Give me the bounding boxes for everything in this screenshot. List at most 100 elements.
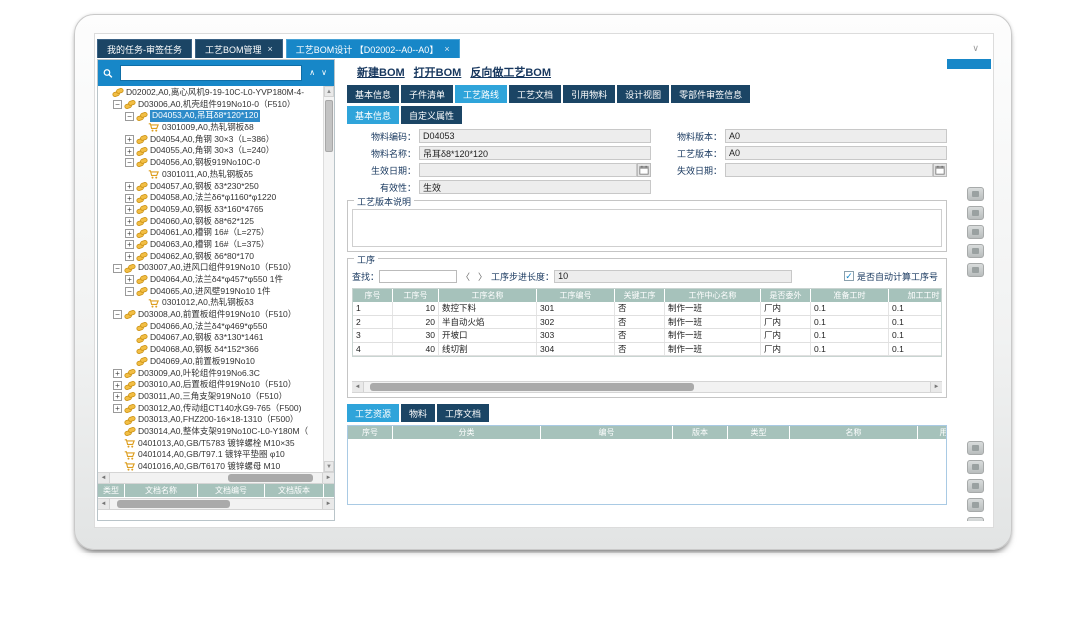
tree-node[interactable]: 0401014,A0,GB/T97.1 镀锌平垫圈 φ10 [98,449,323,461]
detail-tab[interactable]: 零部件审签信息 [671,85,750,103]
scroll-right-icon[interactable]: ► [322,499,334,509]
column-header[interactable]: 序号 [348,426,393,439]
column-header[interactable]: 工序名称 [439,289,537,302]
tree-node-label[interactable]: 0401013,A0,GB/T5783 镀锌螺栓 M10×35 [138,438,295,450]
collapse-node-icon[interactable]: − [113,310,122,319]
collapse-panel-icon[interactable]: ∨ [972,43,979,54]
column-header[interactable]: 准备工时 [811,289,889,302]
table-action-icon[interactable] [967,244,984,258]
tree-node-label[interactable]: D03009,A0,叶轮组件919No6.3C [138,368,260,380]
column-header[interactable]: 用量 [918,426,947,439]
tree-node[interactable]: −D03008,A0,前置板组件919No10（F510） [98,309,323,321]
scroll-thumb[interactable] [228,474,313,482]
scroll-right-icon[interactable]: ► [930,382,942,392]
table-action-icon[interactable] [967,441,984,455]
expand-node-icon[interactable]: + [125,194,134,203]
tree-node[interactable]: D03013,A0,FHZ200-16×18-1310（F500） [98,414,323,426]
search-down-icon[interactable]: ∨ [318,68,330,78]
table-action-icon[interactable] [967,206,984,220]
scroll-down-icon[interactable]: ▼ [324,461,334,472]
expand-node-icon[interactable]: + [125,240,134,249]
tree-vertical-scrollbar[interactable]: ▲ ▼ [323,86,334,472]
resource-tab[interactable]: 工艺资源 [347,404,399,422]
tree-node[interactable]: +D04064,A0,法兰δ4*φ457*φ550 1件 [98,274,323,286]
tree-node[interactable]: 0401013,A0,GB/T5783 镀锌螺栓 M10×35 [98,438,323,450]
column-header[interactable]: 类型 [98,484,124,497]
column-header[interactable]: 工作中心名称 [665,289,761,302]
tree-node-label[interactable]: 0301009,A0,热轧钢板δ8 [162,122,254,134]
tree-node[interactable]: D04066,A0,法兰δ4*φ469*φ550 [98,321,323,333]
tree-node[interactable]: +D04060,A0,钢板 δ8*62*125 [98,216,323,228]
effective-date-field[interactable] [419,163,637,177]
version-note-textarea[interactable] [352,209,942,247]
expand-node-icon[interactable]: + [113,381,122,390]
scroll-right-icon[interactable]: ► [322,473,334,483]
tree-node[interactable]: +D04057,A0,钢板 δ3*230*250 [98,181,323,193]
expand-node-icon[interactable]: + [125,147,134,156]
expand-node-icon[interactable]: + [113,369,122,378]
tree-node-label[interactable]: D04062,A0,钢板 δ6*80*170 [150,251,254,263]
expand-node-icon[interactable]: + [125,275,134,284]
material-version-field[interactable] [725,129,947,143]
collapse-node-icon[interactable]: − [125,158,134,167]
tree-node[interactable]: +D04054,A0,角钢 30×3（L=386） [98,134,323,146]
tree-node-label[interactable]: D03007,A0,进风口组件919No10（F510） [138,262,296,274]
detail-tab[interactable]: 基本信息 [347,85,399,103]
search-up-icon[interactable]: ∧ [306,68,318,78]
tree-node-label[interactable]: D04061,A0,槽钢 16#（L=275） [150,227,269,239]
table-action-icon[interactable] [967,517,984,521]
tree-node-label[interactable]: D04053,A0,吊耳δ8*120*120 [150,110,260,122]
detail-tab[interactable]: 引用物料 [563,85,615,103]
tree-node[interactable]: D03014,A0,整体支架919No10C-L0-Y180M（ [98,426,323,438]
column-header[interactable]: 文档名称 [125,484,197,497]
detail-tab[interactable]: 子件清单 [401,85,453,103]
column-header[interactable]: 文档 [324,484,334,497]
tree-node-label[interactable]: D04058,A0,法兰δ6*φ1160*φ1220 [150,192,276,204]
process-horizontal-scrollbar[interactable]: ◄ ► [352,381,942,393]
window-tab[interactable]: 工艺BOM设计 【D02002--A0--A0】× [286,39,460,58]
expand-node-icon[interactable]: + [113,392,122,401]
tree-node[interactable]: + D03012,A0,传动组CT140水G9-765（F500) [98,403,323,415]
tab-close-icon[interactable]: × [268,44,273,54]
expiry-date-field[interactable] [725,163,933,177]
tree-node[interactable]: D04069,A0,前置板919No10 [98,356,323,368]
scroll-thumb[interactable] [325,100,333,152]
expand-node-icon[interactable]: + [125,205,134,214]
table-action-icon[interactable] [967,479,984,493]
tree-node[interactable]: −D04065,A0,进风壁919No10 1件 [98,286,323,298]
window-tab[interactable]: 我的任务-审签任务 [97,39,192,58]
collapse-node-icon[interactable]: − [125,287,134,296]
tree-node-label[interactable]: D03012,A0,传动组CT140水G9-765（F500) [138,403,301,415]
tree-node[interactable]: + D04058,A0,法兰δ6*φ1160*φ1220 [98,192,323,204]
table-action-icon[interactable] [967,187,984,201]
column-header[interactable]: 编号 [541,426,673,439]
tree-node-label[interactable]: D04067,A0,钢板 δ3*130*1461 [150,332,263,344]
step-length-input[interactable] [554,270,792,283]
find-input[interactable] [379,270,457,283]
detail-tab[interactable]: 工艺路线 [455,85,507,103]
column-header[interactable]: 版本 [673,426,728,439]
scroll-left-icon[interactable]: ◄ [98,499,110,509]
calendar-icon[interactable] [933,163,947,177]
tree-node-label[interactable]: D04059,A0,钢板 δ3*160*4765 [150,204,263,216]
table-row[interactable]: 110数控下料301否制作一班厂内0.10.1 [353,302,941,316]
collapse-node-icon[interactable]: − [125,112,134,121]
expand-node-icon[interactable]: + [113,404,122,413]
expand-node-icon[interactable]: + [125,182,134,191]
tab-close-icon[interactable]: × [444,44,449,54]
column-header[interactable]: 名称 [790,426,918,439]
tree-node-label[interactable]: 0401014,A0,GB/T97.1 镀锌平垫圈 φ10 [138,449,285,461]
tree-node-label[interactable]: D03010,A0,后置板组件919No10（F510） [138,379,296,391]
column-header[interactable]: 序号 [353,289,393,302]
tree-node[interactable]: 0401016,A0,GB/T6170 镀锌螺母 M10 [98,461,323,472]
detail-tab[interactable]: 工艺文档 [509,85,561,103]
column-header[interactable]: 分类 [393,426,541,439]
scroll-thumb[interactable] [370,383,695,391]
tree-search-input[interactable] [120,65,302,81]
tree-node[interactable]: +D04062,A0,钢板 δ6*80*170 [98,251,323,263]
toolbar-link[interactable]: 反向做工艺BOM [470,64,551,80]
tree-node[interactable]: −D03006,A0,机壳组件919No10-0（F510） [98,99,323,111]
column-header[interactable]: 文档编号 [198,484,264,497]
resource-tab[interactable]: 物料 [401,404,435,422]
find-next-icon[interactable]: 〉 [474,270,491,283]
